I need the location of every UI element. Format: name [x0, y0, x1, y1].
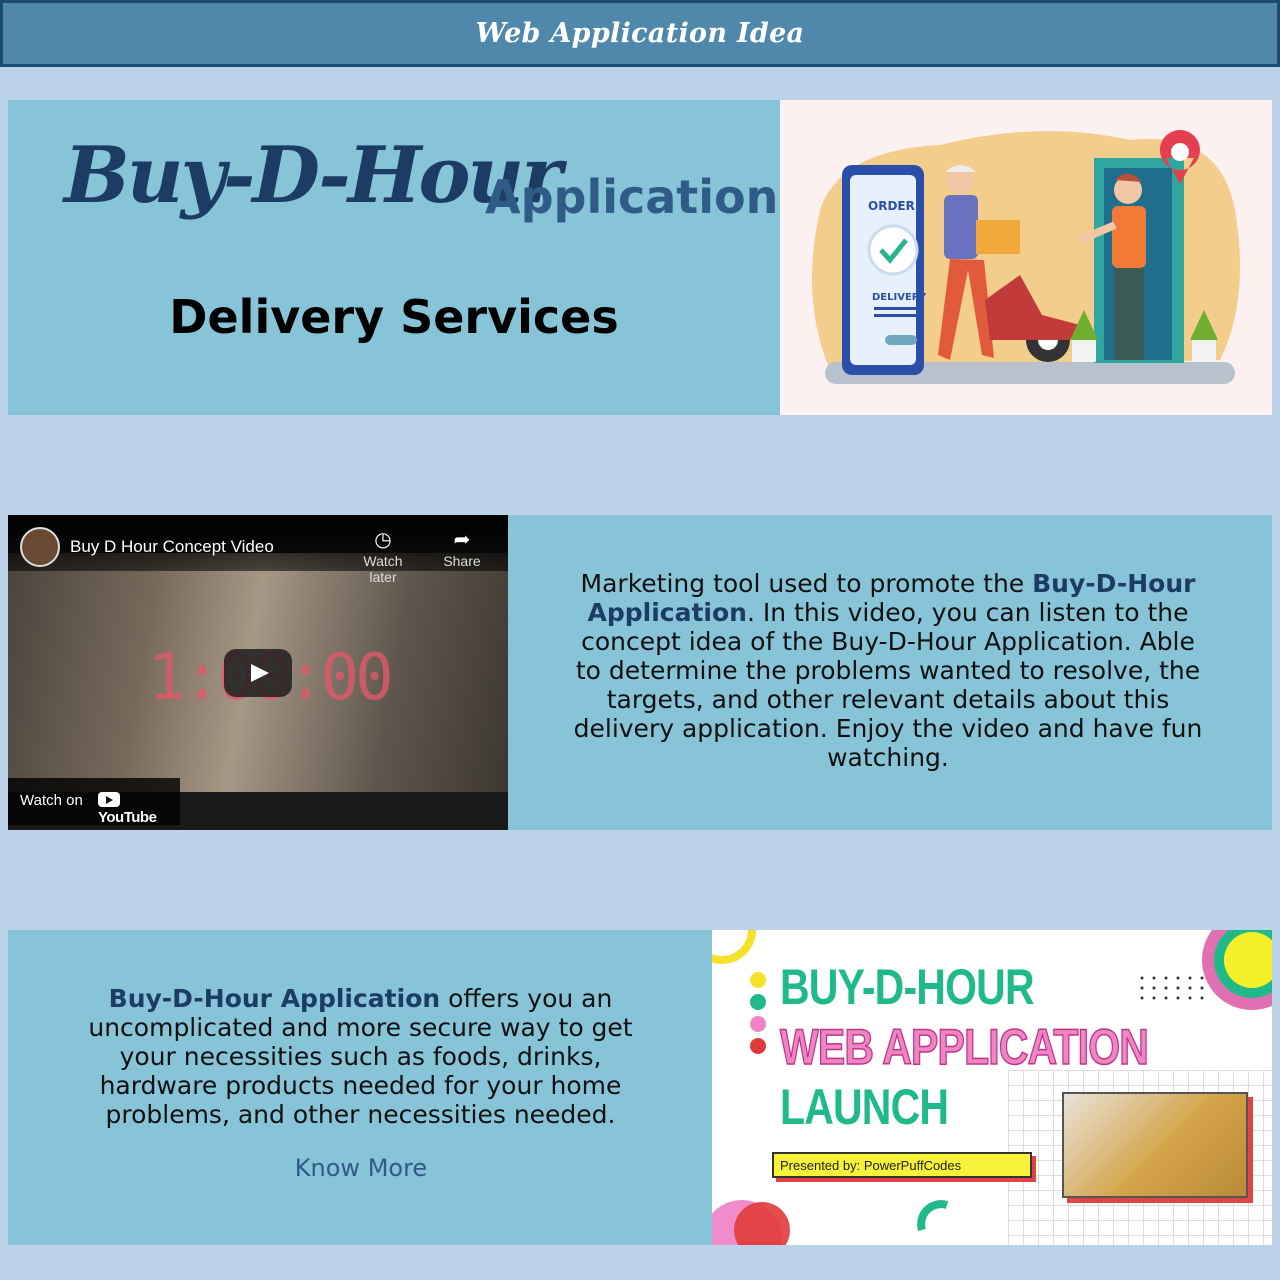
- video-desc-pre: Marketing tool used to promote the: [580, 569, 1033, 598]
- poster-photo: [1062, 1092, 1248, 1198]
- about-desc-bold: Buy-D-Hour Application: [108, 984, 441, 1013]
- phone-order-label: ORDER: [868, 199, 915, 213]
- video-description: Marketing tool used to promote the Buy-D…: [568, 569, 1208, 772]
- about-section: Buy-D-Hour Application offers you an unc…: [8, 930, 1272, 1245]
- pink-dot: [750, 1016, 766, 1032]
- phone-delivery-label: DELIVERY: [872, 292, 927, 303]
- clock-icon: ◷: [374, 529, 392, 551]
- watch-later-label: Watch later: [363, 553, 403, 585]
- youtube-wordmark: YouTube: [98, 809, 157, 826]
- delivery-illustration-svg: ORDER DELIVERY: [812, 130, 1240, 384]
- green-dot: [750, 994, 766, 1010]
- video-section: Buy D Hour Concept Video ◷ Watch later ➦…: [8, 515, 1272, 830]
- poster-title-line2: WEB APPLICATION: [779, 1018, 1149, 1076]
- watch-on-youtube-button[interactable]: Watch on YouTube: [8, 778, 180, 826]
- know-more-link[interactable]: Know More: [8, 1154, 714, 1182]
- share-label: Share: [443, 553, 481, 569]
- top-header-bar: Web Application Idea: [0, 0, 1280, 67]
- youtube-play-icon: [98, 792, 120, 807]
- red-dot: [750, 1038, 766, 1054]
- youtube-video-embed[interactable]: Buy D Hour Concept Video ◷ Watch later ➦…: [8, 515, 508, 830]
- play-button[interactable]: [224, 649, 292, 697]
- yellow-dot: [750, 972, 766, 988]
- launch-poster: BUY-D-HOUR WEB APPLICATION LAUNCH Presen…: [712, 930, 1272, 1245]
- about-description: Buy-D-Hour Application offers you an unc…: [78, 984, 643, 1129]
- share-icon: ➦: [453, 529, 471, 551]
- hero-section: Buy-D-Hour Application Delivery Services…: [8, 100, 1272, 415]
- video-title[interactable]: Buy D Hour Concept Video: [70, 537, 274, 557]
- hero-subtitle: Delivery Services: [169, 290, 619, 344]
- presented-by-badge: Presented by: PowerPuffCodes: [772, 1152, 1032, 1178]
- channel-avatar[interactable]: [20, 527, 60, 567]
- youtube-logo: YouTube: [98, 792, 180, 826]
- poster-title-line1: BUY-D-HOUR: [780, 959, 1035, 1015]
- share-button[interactable]: ➦ Share: [427, 527, 497, 569]
- hero-text: Buy-D-Hour Application Delivery Services: [8, 100, 780, 415]
- brand-suffix: Application: [485, 170, 779, 224]
- page-title: Web Application Idea: [475, 18, 805, 49]
- poster-title-line3: LAUNCH: [780, 1079, 949, 1135]
- delivery-illustration: ORDER DELIVERY: [780, 100, 1272, 415]
- watch-later-button[interactable]: ◷ Watch later: [348, 527, 418, 585]
- watch-on-label: Watch on: [20, 792, 83, 809]
